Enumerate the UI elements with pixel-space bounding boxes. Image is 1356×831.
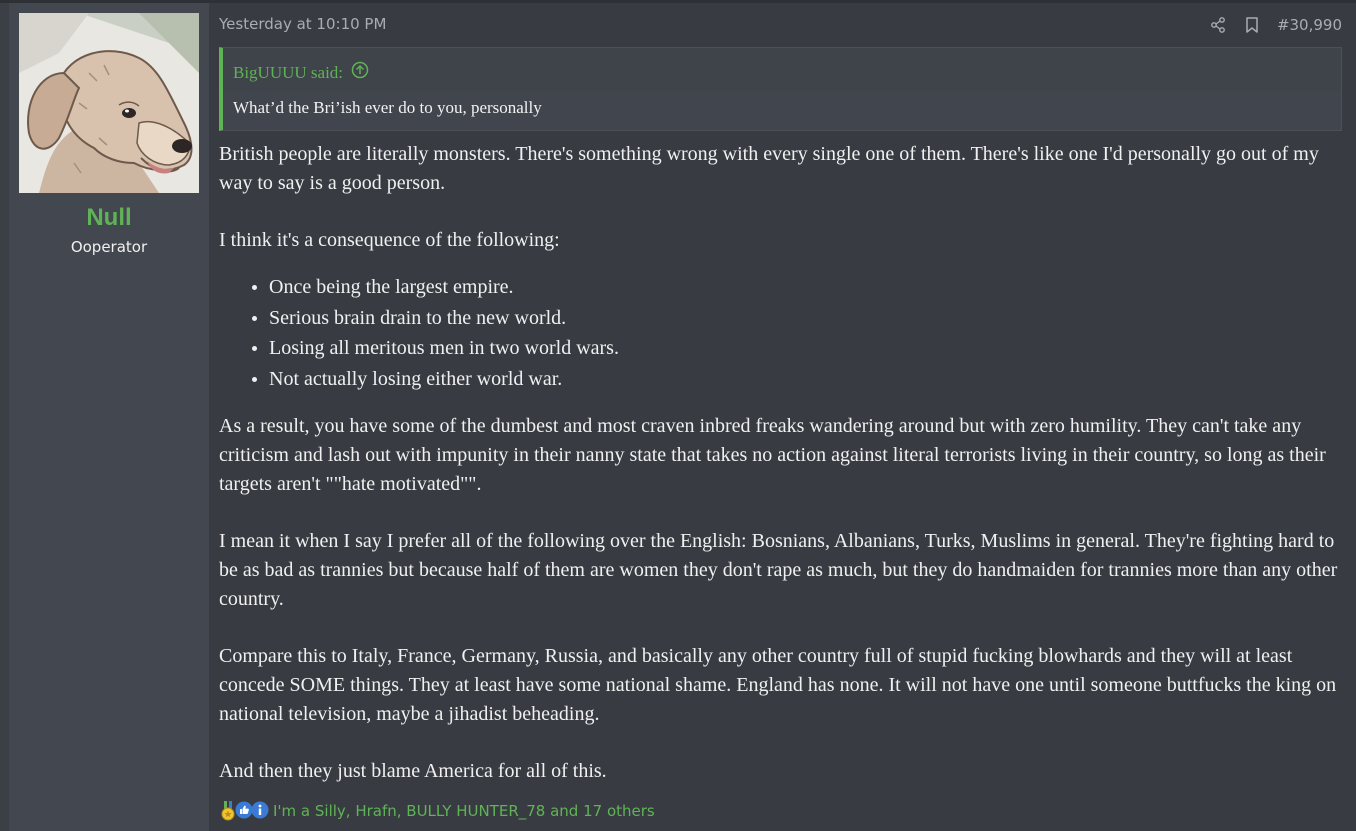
list-item: Serious brain drain to the new world. [269,303,1342,334]
post: Null Ooperator Yesterday at 10:10 PM #30… [0,0,1356,831]
post-body: British people are literally monsters. T… [219,140,1342,786]
reactions-bar[interactable]: I'm a Silly, Hrafn, BULLY HUNTER_78 and … [219,801,655,821]
paragraph: As a result, you have some of the dumbes… [219,415,1326,495]
username[interactable]: Null [9,204,209,232]
reaction-icons [219,801,269,821]
reactions-text[interactable]: I'm a Silly, Hrafn, BULLY HUNTER_78 and … [273,802,655,820]
paragraph: I think it's a consequence of the follow… [219,229,560,251]
avatar[interactable] [19,13,199,193]
quote-header[interactable]: BigUUUU said: [233,61,369,84]
quote-block: BigUUUU said: What’d the Bri’ish ever do… [219,47,1342,131]
paragraph: I mean it when I say I prefer all of the… [219,530,1338,610]
dog-avatar-icon [19,13,199,193]
paragraph: Compare this to Italy, France, Germany, … [219,645,1337,725]
message-cell: Yesterday at 10:10 PM #30,990 BigUUUU sa… [209,3,1356,831]
paragraph: British people are literally monsters. T… [219,143,1319,194]
bookmark-icon[interactable] [1243,15,1261,35]
user-title: Ooperator [70,238,148,256]
stripe [0,3,9,831]
arrow-up-circle-icon[interactable] [351,61,369,84]
list-item: Not actually losing either world war. [269,364,1342,395]
paragraph: And then they just blame America for all… [219,760,607,782]
post-header: Yesterday at 10:10 PM #30,990 [219,15,1342,35]
bullet-list: Once being the largest empire. Serious b… [219,272,1342,394]
list-item: Losing all meritous men in two world war… [269,333,1342,364]
post-date[interactable]: Yesterday at 10:10 PM [219,15,386,33]
quote-text: What’d the Bri’ish ever do to you, perso… [223,91,1341,130]
post-number-link[interactable]: #30,990 [1277,16,1342,34]
list-item: Once being the largest empire. [269,272,1342,303]
share-icon[interactable] [1209,15,1227,35]
user-cell: Null Ooperator [0,3,209,831]
info-icon [251,801,269,821]
post-actions: #30,990 [1209,15,1342,35]
quote-author[interactable]: BigUUUU said: [233,63,343,83]
